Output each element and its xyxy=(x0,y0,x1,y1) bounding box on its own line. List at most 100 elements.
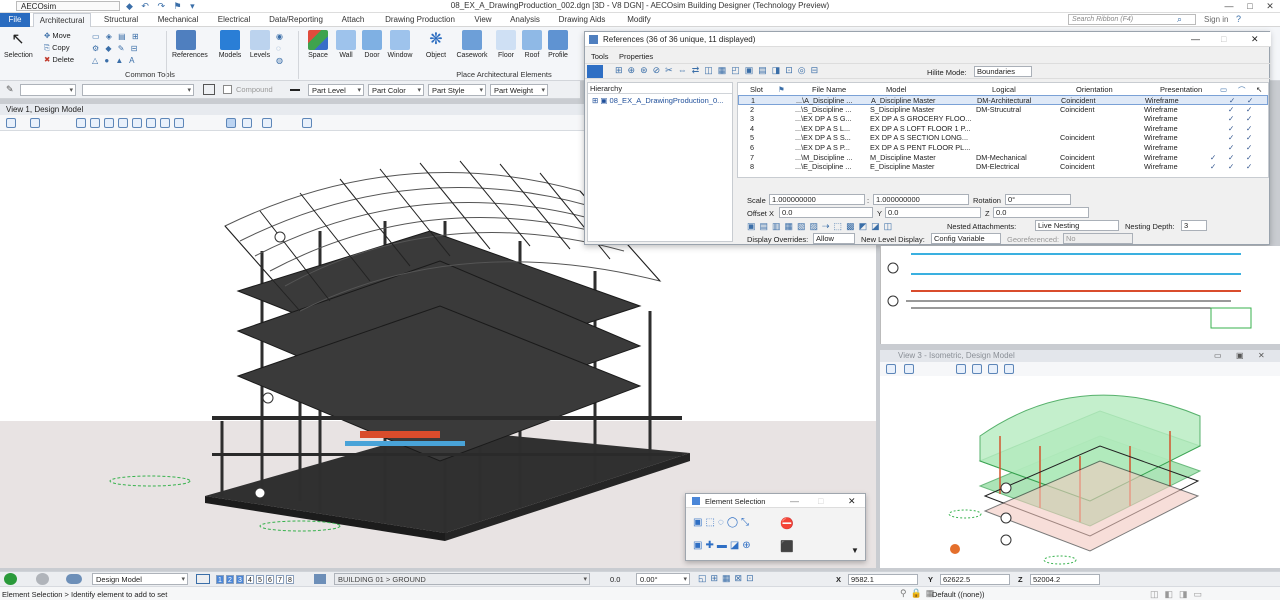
selection-mode-icons[interactable]: ▣✚▬◪⊕ xyxy=(693,540,754,551)
col-slot[interactable]: Slot xyxy=(750,85,763,94)
next-view-icon[interactable] xyxy=(174,118,184,128)
roof-button[interactable]: Roof xyxy=(518,30,546,59)
col-file-name[interactable]: File Name xyxy=(812,85,846,94)
references-button[interactable]: References xyxy=(172,30,208,59)
view3-canvas[interactable] xyxy=(880,376,1280,568)
table-row[interactable]: 2 ...\S_Discipline ... S_Discipline Master… xyxy=(738,105,1268,115)
eyedropper-icon[interactable]: ✎ xyxy=(6,84,14,95)
cell-check[interactable]: ✓ xyxy=(1228,143,1234,152)
menu-tools[interactable]: Tools xyxy=(591,52,609,61)
view-button-2[interactable]: 2 xyxy=(226,575,234,584)
cell-check[interactable]: ✓ xyxy=(1210,153,1216,162)
minimize-icon[interactable]: — xyxy=(790,496,799,506)
clip-volume-icon[interactable] xyxy=(226,118,236,128)
nesting-depth-field[interactable]: 3 xyxy=(1181,220,1207,231)
sign-in-link[interactable]: Sign in xyxy=(1204,15,1228,24)
style-combo[interactable] xyxy=(82,84,194,96)
casework-button[interactable]: Casework xyxy=(456,30,488,59)
view-button-1[interactable]: 1 xyxy=(216,575,224,584)
attachment-toggle-icons[interactable]: ▣▤▥▦▧▨⇢⬚▩◩◪◫ xyxy=(747,221,896,232)
close-icon[interactable]: ✕ xyxy=(1258,351,1265,360)
part-color-combo[interactable]: Part Color xyxy=(368,84,424,96)
cell-check[interactable]: ✓ xyxy=(1228,153,1234,162)
cell-check[interactable]: ✓ xyxy=(1246,162,1252,171)
rotate-view-icon[interactable] xyxy=(1004,364,1014,374)
cell-check[interactable]: ✓ xyxy=(1228,133,1234,142)
view-button-3[interactable]: 3 xyxy=(236,575,244,584)
window-area-icon[interactable] xyxy=(104,118,114,128)
chevron-down-icon[interactable]: ▼ xyxy=(851,546,859,555)
close-icon[interactable]: ✕ xyxy=(1251,34,1259,45)
tab-drawing-production[interactable]: Drawing Production xyxy=(380,13,460,27)
zoom-in-icon[interactable] xyxy=(956,364,966,374)
reference-tools-icons[interactable]: ⊞⊕⊛⊘✂⇔⇄◫▦◰▣▤◨⊡◎⊟ xyxy=(615,65,823,76)
search-icon[interactable]: ⌕ xyxy=(1177,14,1182,25)
previous-view-icon[interactable] xyxy=(160,118,170,128)
y-field[interactable]: 62622.5 xyxy=(940,574,1010,585)
fit-view-icon[interactable] xyxy=(118,118,128,128)
common-tools-icons[interactable]: ▭ ◈ ▤ ⊞ ⚙ ◆ ✎ ⊟ △ ● ▲ A xyxy=(92,31,162,67)
cell-check[interactable]: ✓ xyxy=(1210,162,1216,171)
accudraw-icons[interactable]: ◱⊞▦⊠⊡ xyxy=(698,573,758,584)
maximize-icon[interactable]: □ xyxy=(1221,34,1226,44)
select-all-icon[interactable]: ⬛ xyxy=(780,540,794,553)
locate-column-icon[interactable]: ↖ xyxy=(1256,85,1262,94)
table-row[interactable]: 7 ...\M_Discipline ... M_Discipline Master… xyxy=(738,153,1268,163)
tab-data-reporting[interactable]: Data/Reporting xyxy=(264,13,328,27)
cell-check[interactable]: ✓ xyxy=(1246,153,1252,162)
view-attributes-icon[interactable] xyxy=(6,118,16,128)
level-path-field[interactable]: BUILDING 01 > GROUND xyxy=(334,573,590,585)
maximize-icon[interactable]: □ xyxy=(1243,1,1257,11)
level-combo[interactable] xyxy=(20,84,76,96)
view-button-6[interactable]: 6 xyxy=(266,575,274,584)
list-icon[interactable] xyxy=(587,65,603,78)
cell-check[interactable]: ✓ xyxy=(1228,124,1234,133)
view-button-7[interactable]: 7 xyxy=(276,575,284,584)
model-select[interactable]: Design Model xyxy=(92,573,188,585)
col-orientation[interactable]: Orientation xyxy=(1076,85,1113,94)
cell-check[interactable]: ✓ xyxy=(1228,162,1234,171)
scale-ref-field[interactable]: 1.000000000 xyxy=(873,194,969,205)
display-style-icon[interactable] xyxy=(904,364,914,374)
levels-button[interactable]: Levels xyxy=(246,30,274,59)
tab-electrical[interactable]: Electrical xyxy=(212,13,256,27)
minimize-icon[interactable]: ▭ xyxy=(1214,351,1222,360)
scale-master-field[interactable]: 1.000000000 xyxy=(769,194,865,205)
tab-modify[interactable]: Modify xyxy=(622,13,656,27)
tray-icons[interactable]: ◫◧◨▭ xyxy=(1150,589,1208,600)
zoom-in-icon[interactable] xyxy=(76,118,86,128)
tab-view[interactable]: View xyxy=(470,13,496,27)
view-button-5[interactable]: 5 xyxy=(256,575,264,584)
part-level-combo[interactable]: Part Level xyxy=(308,84,364,96)
nested-attachments-select[interactable]: Live Nesting xyxy=(1035,220,1119,231)
space-button[interactable]: Space xyxy=(304,30,332,59)
cell-check[interactable]: ✓ xyxy=(1246,105,1252,114)
table-row[interactable]: 6 ...\EX DP A S P... EX DP A S PENT FLOOR … xyxy=(738,143,1268,153)
new-level-display-select[interactable]: Config Variable xyxy=(931,233,1001,244)
col-logical[interactable]: Logical xyxy=(992,85,1016,94)
tab-analysis[interactable]: Analysis xyxy=(506,13,544,27)
wall-button[interactable]: Wall xyxy=(332,30,360,59)
view2-canvas[interactable] xyxy=(880,246,1280,344)
cell-check[interactable]: ✓ xyxy=(1246,143,1252,152)
profile-button[interactable]: Profile xyxy=(544,30,572,59)
selection-method-icons[interactable]: ▣⬚◌◯⤡ xyxy=(693,517,752,528)
view-attributes-icon[interactable] xyxy=(886,364,896,374)
tab-attach[interactable]: Attach xyxy=(336,13,370,27)
cell-check[interactable]: ✓ xyxy=(1246,133,1252,142)
view-button-8[interactable]: 8 xyxy=(286,575,294,584)
camera-icon[interactable] xyxy=(262,118,272,128)
walk-icon[interactable] xyxy=(146,118,156,128)
cell-check[interactable]: ✓ xyxy=(1228,114,1234,123)
window-button[interactable]: Window xyxy=(386,30,414,59)
minimize-icon[interactable]: — xyxy=(1222,1,1236,11)
clear-selection-icon[interactable]: ⛔ xyxy=(780,517,794,530)
close-icon[interactable]: ✕ xyxy=(848,496,856,507)
display-style-icon[interactable] xyxy=(30,118,40,128)
cell-check[interactable]: ✓ xyxy=(1246,114,1252,123)
forward-icon[interactable] xyxy=(36,573,49,585)
z-field[interactable]: 52004.2 xyxy=(1030,574,1100,585)
template-icon[interactable] xyxy=(203,84,215,95)
object-button[interactable]: ❋ Object xyxy=(422,30,450,59)
floor-button[interactable]: Floor xyxy=(492,30,520,59)
